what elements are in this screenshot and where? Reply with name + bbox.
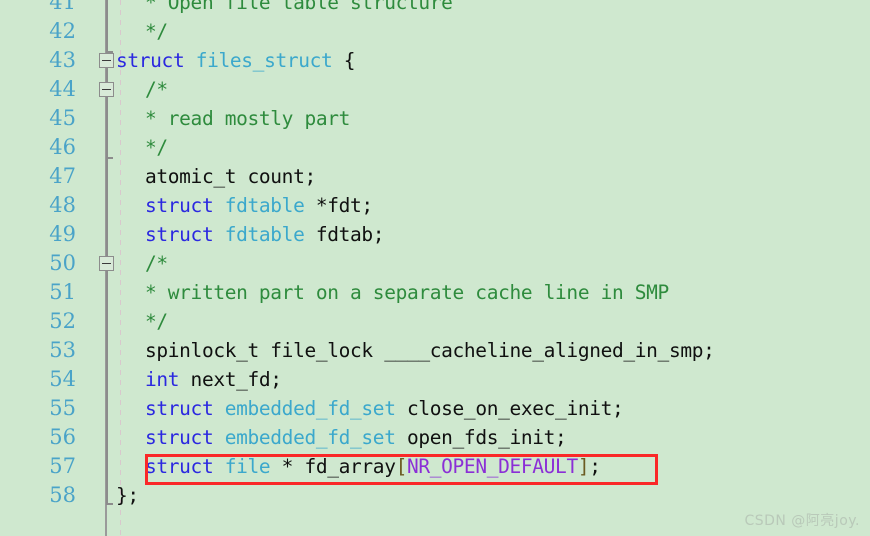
code-token-ident: *fdt; bbox=[304, 194, 373, 217]
code-token-punct bbox=[213, 455, 224, 478]
code-line[interactable]: * written part on a separate cache line … bbox=[145, 278, 669, 307]
line-number: 53 bbox=[49, 338, 76, 362]
line-number: 46 bbox=[49, 135, 76, 159]
code-token-ident: next_fd; bbox=[179, 368, 282, 391]
code-line[interactable]: struct fdtable *fdt; bbox=[145, 191, 373, 220]
code-token-keyword: struct bbox=[145, 194, 214, 217]
code-text-area[interactable]: * Open file table structure */ struct file… bbox=[108, 0, 870, 536]
line-number: 45 bbox=[49, 106, 76, 130]
line-number: 51 bbox=[49, 280, 76, 304]
code-token-type: file bbox=[224, 455, 271, 478]
code-token-ident: spinlock_t file_lock ____cacheline_align… bbox=[145, 339, 715, 362]
code-token-keyword: struct bbox=[145, 223, 214, 246]
line-number: 56 bbox=[49, 425, 76, 449]
code-token-comment: /* bbox=[145, 78, 168, 101]
code-token-type: embedded_fd_set bbox=[224, 426, 396, 449]
code-token-comment: * read mostly part bbox=[145, 107, 351, 130]
code-line[interactable]: struct embedded_fd_set close_on_exec_ini… bbox=[145, 394, 624, 423]
code-token-keyword: struct bbox=[145, 426, 214, 449]
code-line[interactable]: * Open file table structure bbox=[145, 0, 453, 17]
code-editor: 41 42 43 44 45 46 47 48 49 50 51 52 53 54 55 56 57 58 * O… bbox=[0, 0, 870, 536]
code-line[interactable]: struct fdtable fdtab; bbox=[145, 220, 385, 249]
code-token-comment: * Open file table structure bbox=[145, 0, 453, 14]
code-line[interactable]: struct files_struct { bbox=[116, 46, 356, 75]
code-token-keyword: struct bbox=[145, 455, 214, 478]
code-token-punct: }; bbox=[116, 484, 139, 507]
code-token-punct bbox=[213, 426, 224, 449]
code-token-keyword: int bbox=[145, 368, 180, 391]
code-token-comment: */ bbox=[145, 310, 168, 333]
code-token-type: fdtable bbox=[224, 223, 305, 246]
csdn-watermark: CSDN @阿亮joy. bbox=[744, 513, 860, 529]
indent-guide bbox=[120, 0, 121, 536]
code-token-punct bbox=[213, 397, 224, 420]
code-token-type: fdtable bbox=[224, 194, 305, 217]
code-token-punct bbox=[213, 194, 224, 217]
code-token-macro: NR_OPEN_DEFAULT bbox=[406, 455, 578, 478]
code-line[interactable]: struct file * fd_array[NR_OPEN_DEFAULT]; bbox=[145, 452, 601, 481]
code-token-ident: fdtab; bbox=[304, 223, 385, 246]
line-number: 57 bbox=[49, 454, 76, 478]
code-line[interactable]: spinlock_t file_lock ____cacheline_align… bbox=[145, 336, 715, 365]
line-number: 54 bbox=[49, 367, 76, 391]
code-token-ident: * fd_array bbox=[270, 455, 396, 478]
code-token-punct bbox=[213, 223, 224, 246]
code-line[interactable]: }; bbox=[116, 481, 139, 510]
code-token-punct: { bbox=[332, 49, 356, 72]
line-number: 44 bbox=[49, 77, 76, 101]
code-token-type: embedded_fd_set bbox=[224, 397, 396, 420]
code-token-comment: /* bbox=[145, 252, 168, 275]
code-token-punct: ; bbox=[589, 455, 601, 478]
line-number: 58 bbox=[49, 483, 76, 507]
code-token-bracket: ] bbox=[577, 455, 590, 478]
code-line[interactable]: struct embedded_fd_set open_fds_init; bbox=[145, 423, 567, 452]
line-number: 55 bbox=[49, 396, 76, 420]
line-number: 50 bbox=[49, 251, 76, 275]
line-number: 48 bbox=[49, 193, 76, 217]
code-line[interactable]: * read mostly part bbox=[145, 104, 350, 133]
code-token-bracket: [ bbox=[395, 455, 408, 478]
code-token-punct bbox=[184, 49, 195, 72]
line-number-gutter: 41 42 43 44 45 46 47 48 49 50 51 52 53 54 55 56 57 58 bbox=[0, 0, 107, 536]
code-token-keyword: struct bbox=[116, 49, 185, 72]
code-line[interactable]: /* bbox=[145, 249, 168, 278]
line-number: 41 bbox=[49, 0, 76, 14]
code-line[interactable]: */ bbox=[145, 133, 168, 162]
line-number: 43 bbox=[49, 48, 76, 72]
code-token-comment: */ bbox=[145, 136, 168, 159]
code-line[interactable]: int next_fd; bbox=[145, 365, 282, 394]
line-number: 47 bbox=[49, 164, 76, 188]
code-token-ident: close_on_exec_init; bbox=[395, 397, 624, 420]
code-token-ident: atomic_t count; bbox=[145, 165, 316, 188]
code-line[interactable]: */ bbox=[145, 307, 168, 336]
code-token-comment: * written part on a separate cache line … bbox=[145, 281, 669, 304]
code-token-keyword: struct bbox=[145, 397, 214, 420]
code-line[interactable]: */ bbox=[145, 17, 168, 46]
code-token-ident: open_fds_init; bbox=[395, 426, 567, 449]
line-number: 52 bbox=[49, 309, 76, 333]
line-number: 42 bbox=[49, 19, 76, 43]
line-number: 49 bbox=[49, 222, 76, 246]
code-line[interactable]: atomic_t count; bbox=[145, 162, 316, 191]
code-token-type: files_struct bbox=[195, 49, 333, 72]
code-token-comment: */ bbox=[145, 20, 168, 43]
code-line[interactable]: /* bbox=[145, 75, 168, 104]
